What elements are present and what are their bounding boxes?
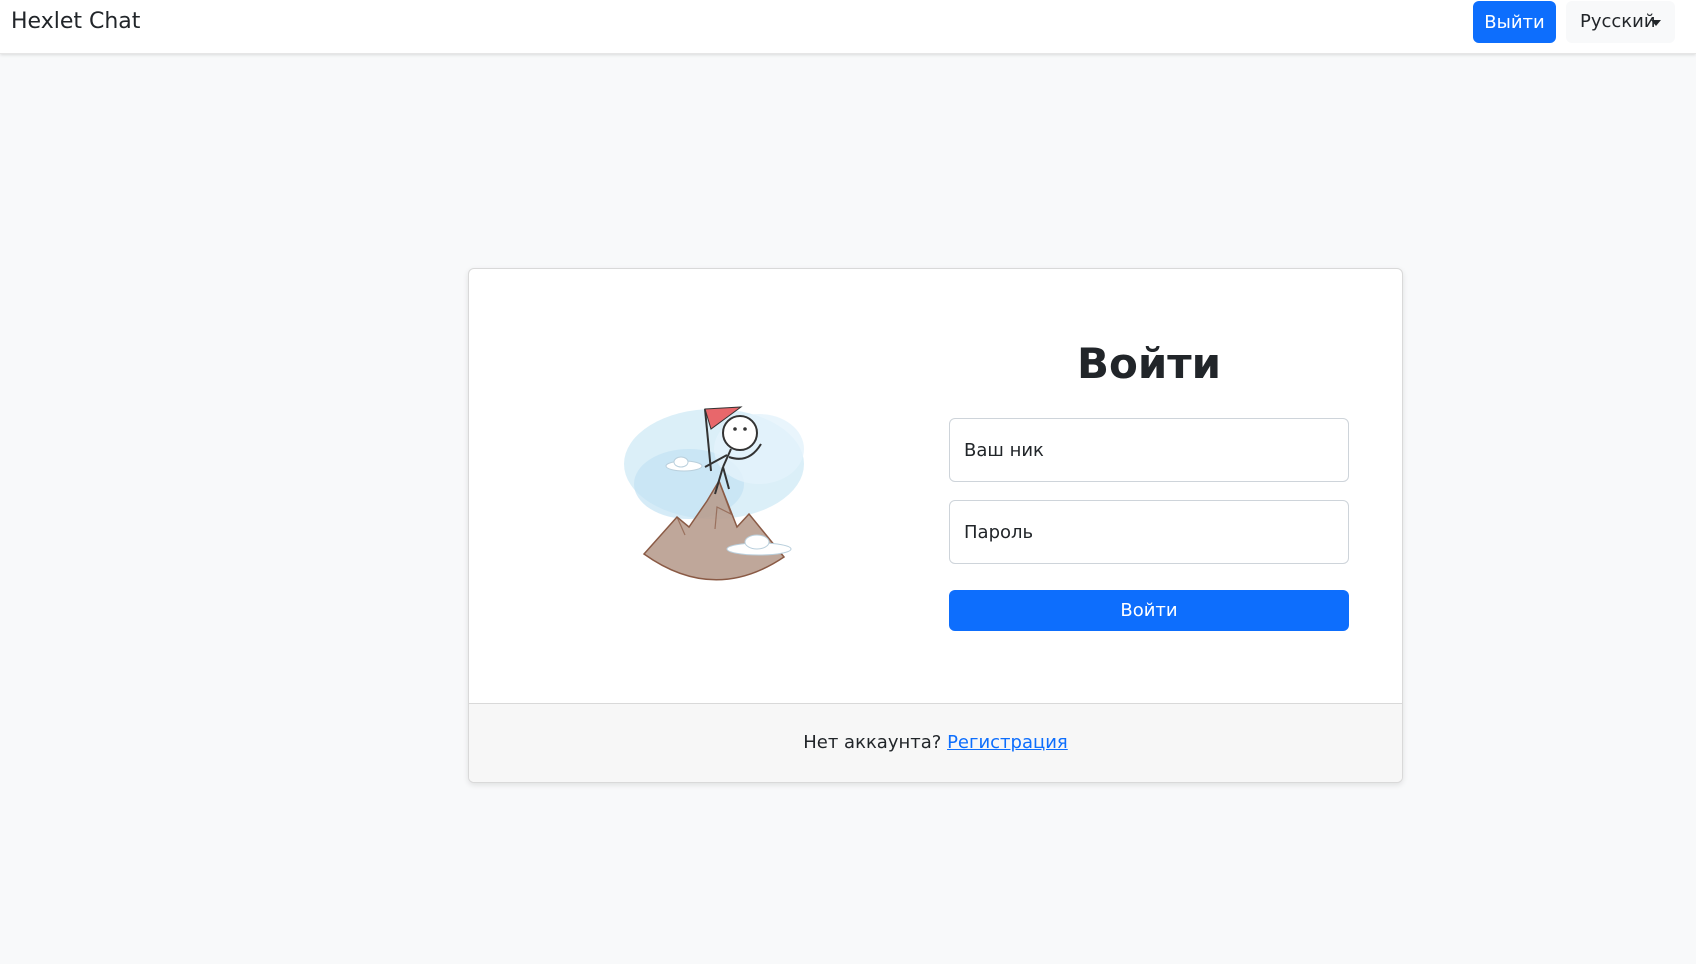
signup-link[interactable]: Регистрация [947, 732, 1068, 753]
no-account-text: Нет аккаунта? [803, 732, 948, 753]
login-card-body: Войти Войти [469, 269, 1402, 703]
password-input[interactable] [949, 500, 1349, 564]
top-navbar: Hexlet Chat Выйти Русский [0, 0, 1696, 54]
login-submit-button[interactable]: Войти [949, 590, 1349, 631]
login-title: Войти [1076, 339, 1222, 388]
username-input[interactable] [949, 418, 1349, 482]
login-card: Войти Войти Нет аккаунта? Регистрация [468, 268, 1403, 783]
mountain-climber-illustration [624, 406, 804, 581]
caret-down-icon [1651, 20, 1661, 26]
brand-link[interactable]: Hexlet Chat [11, 9, 140, 35]
language-dropdown-button[interactable]: Русский [1566, 1, 1675, 43]
logout-button[interactable]: Выйти [1473, 1, 1556, 43]
language-label: Русский [1580, 11, 1656, 32]
login-card-footer: Нет аккаунта? Регистрация [469, 703, 1402, 782]
